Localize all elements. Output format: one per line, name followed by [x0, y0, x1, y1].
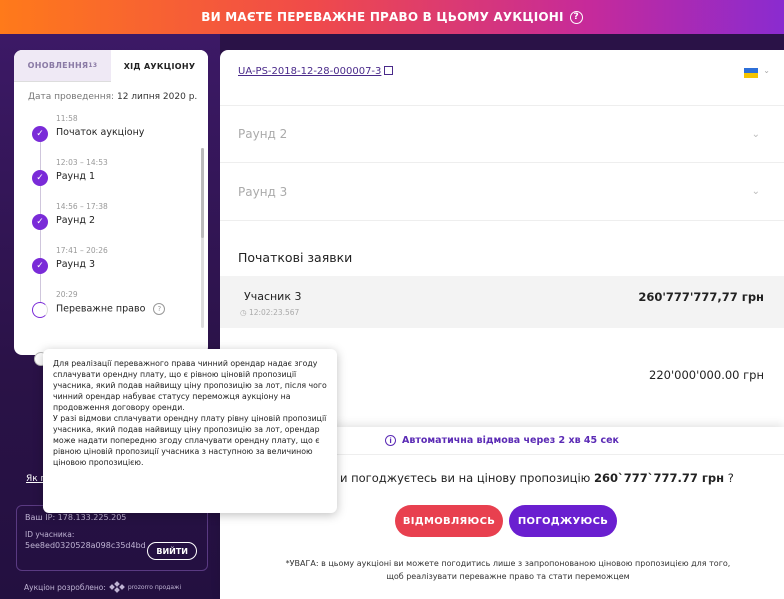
tab-updates[interactable]: ОНОВЛЕННЯ 13 [14, 50, 111, 82]
user-info-box: Ваш IP: 178.133.225.205 ID учасника: 5ee… [16, 505, 208, 571]
timeline-label: Раунд 2 [56, 215, 96, 226]
sidebar-tabs: ОНОВЛЕННЯ 13 ХІД АУКЦІОНУ [14, 50, 208, 82]
external-link-icon [384, 66, 394, 75]
auction-timeline: ✓ 11:58 Початок аукціону ✓ 12:03 – 14:53… [14, 102, 208, 332]
timeline-time: 12:03 – 14:53 [56, 158, 108, 167]
timeline-label: Переважне право? [56, 303, 208, 315]
question-circle-icon[interactable]: ? [153, 303, 166, 315]
auction-date: Дата проведення: 12 липня 2020 р. [14, 82, 208, 102]
check-icon: ✓ [32, 214, 48, 230]
logout-button[interactable]: ВИЙТИ [147, 542, 197, 560]
warning-note: *УВАГА: в цьому аукціоні ви можете погод… [285, 559, 731, 581]
question-prefix: и погоджуєтесь ви на цінову пропозицію [340, 471, 591, 485]
timeline-item: ✓ 12:03 – 14:53 Раунд 1 [32, 156, 208, 200]
participant-id-label: ID учасника: [25, 530, 75, 539]
ukraine-flag-icon[interactable] [744, 68, 758, 78]
chevron-down-icon: ⌄ [751, 128, 760, 140]
chevron-down-icon[interactable]: ⌄ [763, 66, 770, 75]
round-label: Раунд 2 [238, 127, 288, 141]
prozorro-logo-icon [109, 581, 125, 593]
timeline-label-text: Переважне право [56, 303, 146, 315]
auction-id-text: UA-PS-2018-12-28-000007-3 [238, 66, 382, 77]
tooltip-paragraph-2: У разі відмови сплачувати орендну плату … [53, 414, 327, 467]
bid-time-value: 12:02:23.567 [248, 308, 300, 317]
agreement-question: и погоджуєтесь ви на цінову пропозицію 2… [340, 471, 734, 485]
chevron-down-icon: ⌄ [751, 186, 760, 197]
check-icon: ✓ [32, 170, 48, 186]
decline-button[interactable]: ВІДМОВЛЯЮСЬ [395, 505, 503, 537]
timeline-time: 17:41 – 20:26 [56, 246, 108, 255]
bid-row: Учасник 3 ◷ 12:02:23.567 260'777'777,77 … [220, 276, 784, 328]
timeline-item: ✓ 11:58 Початок аукціону [32, 112, 208, 156]
initial-bids-title: Початкові заявки [238, 250, 353, 265]
user-ip: Ваш IP: 178.133.225.205 [25, 513, 127, 522]
timeline-time: 11:58 [56, 114, 78, 123]
tooltip-paragraph-1: Для реалізації переважного права чинний … [53, 359, 327, 412]
sidebar-scrollbar[interactable] [201, 148, 204, 328]
auto-refusal-text: Автоматична відмова через 2 хв 45 сек [402, 435, 619, 446]
timeline-item: ✓ 14:56 – 17:38 Раунд 2 [32, 200, 208, 244]
agree-button[interactable]: ПОГОДЖУЮСЬ [509, 505, 617, 537]
check-icon: ✓ [32, 258, 48, 274]
timeline-item: ✓ 17:41 – 20:26 Раунд 3 [32, 244, 208, 288]
bid-amount: 220'000'000.00 грн [649, 368, 764, 382]
timeline-item: 20:29 Переважне право? [32, 288, 208, 332]
check-icon: ✓ [32, 126, 48, 142]
sidebar-card: ОНОВЛЕННЯ 13 ХІД АУКЦІОНУ Дата проведення… [14, 50, 208, 355]
developed-by: Аукціон розроблено: prozorro продажі [24, 581, 182, 593]
tab-progress-label: ХІД АУКЦІОНУ [123, 61, 196, 71]
tab-auction-progress[interactable]: ХІД АУКЦІОНУ [111, 50, 208, 82]
question-amount: 260`777`777.77 грн [594, 471, 725, 485]
timeline-label: Раунд 3 [56, 259, 96, 270]
developed-by-label: Аукціон розроблено: [24, 582, 106, 592]
auction-id-link[interactable]: UA-PS-2018-12-28-000007-3 [238, 66, 394, 77]
developer-name: prozorro продажі [127, 583, 182, 591]
bid-participant: Учасник 3 [244, 290, 302, 303]
timeline-time: 20:29 [56, 290, 78, 299]
banner-text: ВИ МАЄТЕ ПЕРЕВАЖНЕ ПРАВО В ЦЬОМУ АУКЦІОН… [201, 10, 564, 24]
timeline-label: Початок аукціону [56, 127, 145, 138]
bid-amount: 260'777'777,77 грн [638, 290, 764, 304]
round-3-row[interactable]: Раунд 3 ⌄ [220, 163, 784, 221]
tab-updates-label: ОНОВЛЕННЯ [27, 61, 89, 70]
timeline-label: Раунд 1 [56, 171, 96, 182]
date-value: 12 липня 2020 р. [116, 92, 198, 102]
info-icon: i [385, 435, 397, 446]
pending-progress-icon [32, 302, 48, 318]
question-suffix: ? [727, 471, 734, 485]
preemptive-right-tooltip: Для реалізації переважного права чинний … [43, 349, 337, 513]
round-2-row[interactable]: Раунд 2 ⌄ [220, 105, 784, 163]
timeline-time: 14:56 – 17:38 [56, 202, 108, 211]
round-label: Раунд 3 [238, 184, 288, 199]
bid-time: ◷ 12:02:23.567 [240, 308, 300, 317]
date-label: Дата проведення: [28, 92, 115, 102]
preemptive-right-banner: ВИ МАЄТЕ ПЕРЕВАЖНЕ ПРАВО В ЦЬОМУ АУКЦІОН… [0, 0, 784, 34]
question-circle-icon[interactable]: ? [569, 10, 583, 24]
tab-updates-badge: 13 [88, 62, 98, 69]
